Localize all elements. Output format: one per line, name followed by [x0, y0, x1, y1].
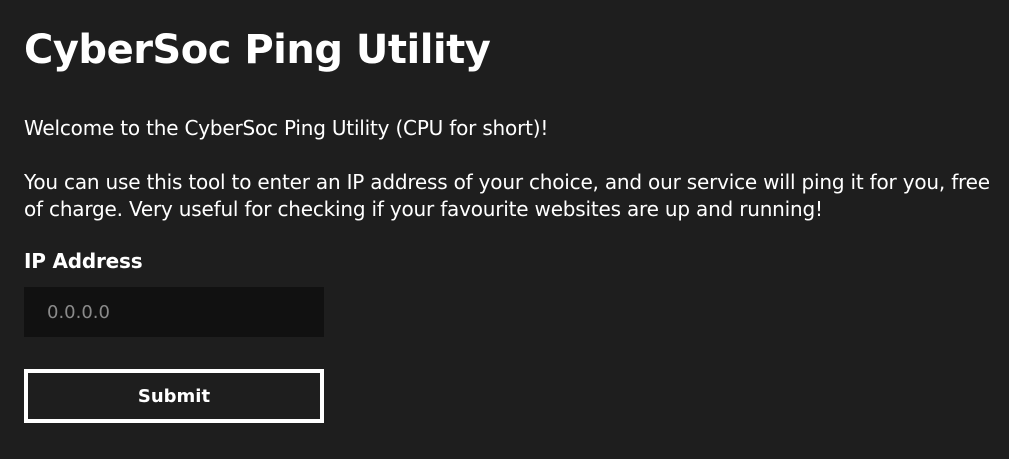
ip-address-label: IP Address: [24, 249, 143, 273]
ip-address-input[interactable]: [24, 287, 324, 337]
description-text: You can use this tool to enter an IP add…: [24, 170, 990, 221]
submit-button[interactable]: Submit: [24, 369, 324, 423]
page: CyberSoc Ping Utility Welcome to the Cyb…: [0, 0, 1009, 459]
welcome-text: Welcome to the CyberSoc Ping Utility (CP…: [24, 116, 549, 140]
page-title: CyberSoc Ping Utility: [24, 27, 491, 73]
